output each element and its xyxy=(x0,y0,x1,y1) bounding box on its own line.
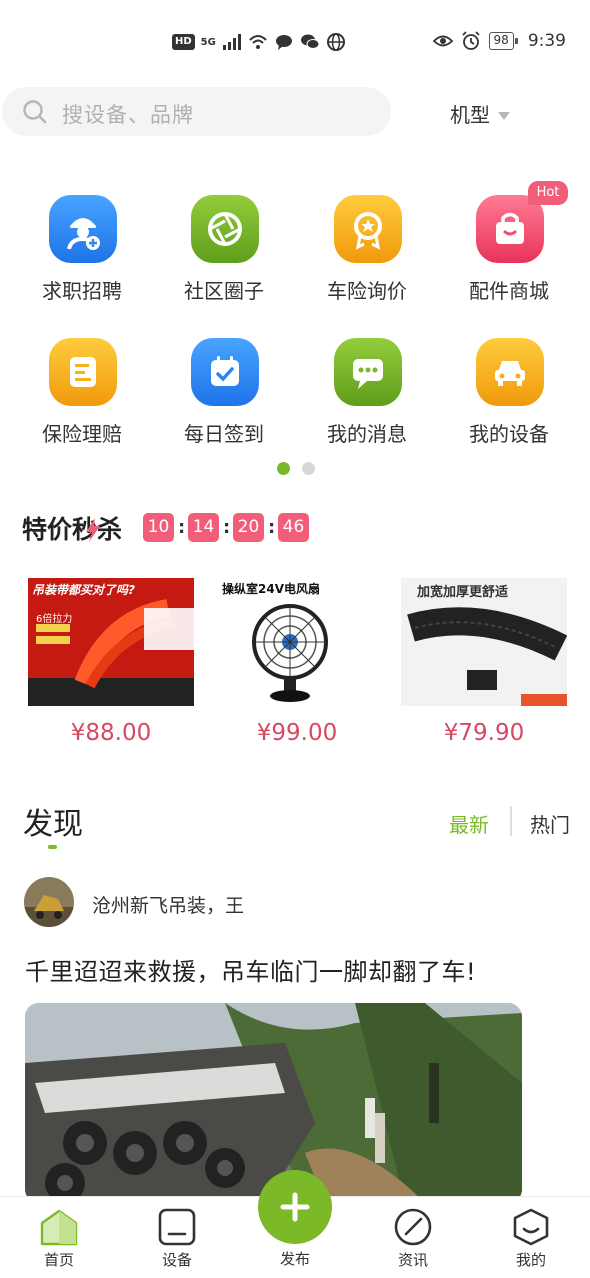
compass-icon xyxy=(394,1208,432,1246)
flash-sale-title: 特价秒杀 xyxy=(22,515,123,544)
parts-mall-icon xyxy=(476,195,544,263)
post-author[interactable]: 沧州新飞吊装，王 xyxy=(92,891,244,918)
countdown-seconds: 20 xyxy=(233,513,264,542)
daily-checkin-icon xyxy=(191,338,259,406)
product-image-shoulder-strap: 加宽加厚更舒适 xyxy=(401,578,567,706)
crane-accident-photo xyxy=(25,1003,522,1203)
product-card[interactable]: 吊装带都买对了吗? 6倍拉力 ¥88.00 xyxy=(28,578,194,758)
menu-item-insurance-claim[interactable]: 保险理赔 xyxy=(17,338,147,448)
signal-icon xyxy=(222,34,241,50)
eye-icon xyxy=(432,35,453,47)
countdown-centiseconds: 46 xyxy=(278,513,309,542)
nav-label: 设备 xyxy=(161,1251,192,1269)
countdown-separator: : xyxy=(178,517,186,538)
lifting-strap-graphic xyxy=(28,599,194,706)
search-placeholder: 搜设备、品牌 xyxy=(62,103,194,127)
signal-5g-label: 5G xyxy=(200,36,216,48)
nav-label: 资讯 xyxy=(397,1251,428,1269)
nav-mine[interactable]: 我的 xyxy=(481,1197,581,1278)
menu-item-parts-mall[interactable]: 配件商城 xyxy=(444,195,574,305)
chat-bubble-icon xyxy=(275,35,292,50)
product-card[interactable]: 操纵室24V电风扇 ¥99.00 xyxy=(214,578,380,758)
countdown-hours: 10 xyxy=(143,513,174,542)
product-price: ¥99.00 xyxy=(256,720,338,746)
insurance-claim-icon xyxy=(49,338,117,406)
wifi-icon xyxy=(249,35,267,49)
battery-indicator: 98 xyxy=(488,32,519,50)
menu-item-job-recruit[interactable]: 求职招聘 xyxy=(17,195,147,305)
search-bar[interactable]: 搜设备、品牌 xyxy=(2,87,391,136)
status-right: 98 9:39 xyxy=(432,31,566,51)
tab-divider xyxy=(510,806,512,836)
clock: 9:39 xyxy=(527,31,566,51)
publish-label: 发布 xyxy=(279,1250,310,1268)
messages-icon xyxy=(334,338,402,406)
lightning-icon xyxy=(86,518,100,542)
menu-item-my-device[interactable]: 我的设备 xyxy=(444,338,574,448)
menu-label: 求职招聘 xyxy=(42,279,122,303)
menu-item-community[interactable]: 社区圈子 xyxy=(159,195,289,305)
post-image[interactable] xyxy=(25,1003,522,1203)
discover-underline xyxy=(48,845,57,849)
nav-news[interactable]: 资讯 xyxy=(363,1197,463,1278)
product-price: ¥88.00 xyxy=(70,720,152,746)
product-card[interactable]: 加宽加厚更舒适 ¥79.90 xyxy=(401,578,567,758)
model-filter-label: 机型 xyxy=(450,103,490,127)
insurance-quote-icon xyxy=(334,195,402,263)
product-image-fan: 操纵室24V电风扇 xyxy=(214,578,380,706)
page-indicator xyxy=(277,462,315,475)
status-left: HD 5G xyxy=(172,32,346,52)
menu-label: 配件商城 xyxy=(469,279,549,303)
tab-hot[interactable]: 热门 xyxy=(530,809,570,838)
menu-item-insurance-quote[interactable]: 车险询价 xyxy=(302,195,432,305)
search-icon xyxy=(23,100,47,124)
menu-label: 保险理赔 xyxy=(42,422,122,446)
post-title[interactable]: 千里迢迢来救援，吊车临门一脚却翻了车! xyxy=(25,952,476,987)
community-icon xyxy=(191,195,259,263)
menu-item-daily-checkin[interactable]: 每日签到 xyxy=(159,338,289,448)
menu-label: 社区圈子 xyxy=(184,279,264,303)
globe-icon xyxy=(326,33,345,51)
countdown-separator: : xyxy=(223,517,231,538)
nav-label: 首页 xyxy=(43,1251,74,1269)
alarm-icon xyxy=(461,31,480,50)
menu-label: 我的消息 xyxy=(327,422,407,446)
product-image-lifting-strap: 吊装带都买对了吗? 6倍拉力 xyxy=(28,578,194,706)
discover-title: 发现 xyxy=(23,807,83,842)
job-recruit-icon xyxy=(49,195,117,263)
page-dot[interactable] xyxy=(302,462,315,475)
caret-down-icon xyxy=(498,111,510,120)
countdown-timer: 10 : 14 : 20 : 46 xyxy=(143,513,309,542)
tab-latest[interactable]: 最新 xyxy=(449,809,489,838)
shoulder-strap-graphic xyxy=(407,607,567,706)
hd-indicator: HD xyxy=(172,34,195,50)
nav-label: 我的 xyxy=(515,1251,546,1269)
nav-home[interactable]: 首页 xyxy=(9,1197,109,1278)
product-price: ¥79.90 xyxy=(443,720,525,746)
countdown-minutes: 14 xyxy=(188,513,219,542)
my-device-icon xyxy=(476,338,544,406)
fan-graphic xyxy=(252,604,328,702)
plus-icon xyxy=(280,1192,310,1222)
publish-button[interactable] xyxy=(258,1170,332,1244)
status-bar: HD 5G 98 9:39 xyxy=(0,0,590,84)
page-dot-active[interactable] xyxy=(277,462,290,475)
avatar[interactable] xyxy=(24,877,74,927)
avatar-image xyxy=(24,877,74,927)
profile-icon xyxy=(513,1208,549,1246)
menu-label: 我的设备 xyxy=(469,422,549,446)
nav-device[interactable]: 设备 xyxy=(127,1197,227,1278)
hot-badge: Hot xyxy=(528,181,568,205)
menu-label: 每日签到 xyxy=(184,422,264,446)
model-filter-dropdown[interactable]: 机型 xyxy=(450,99,510,128)
menu-item-messages[interactable]: 我的消息 xyxy=(302,338,432,448)
menu-label: 车险询价 xyxy=(327,279,407,303)
wechat-icon xyxy=(300,34,320,49)
device-icon xyxy=(158,1208,196,1246)
countdown-separator: : xyxy=(268,517,276,538)
home-icon xyxy=(40,1209,78,1246)
